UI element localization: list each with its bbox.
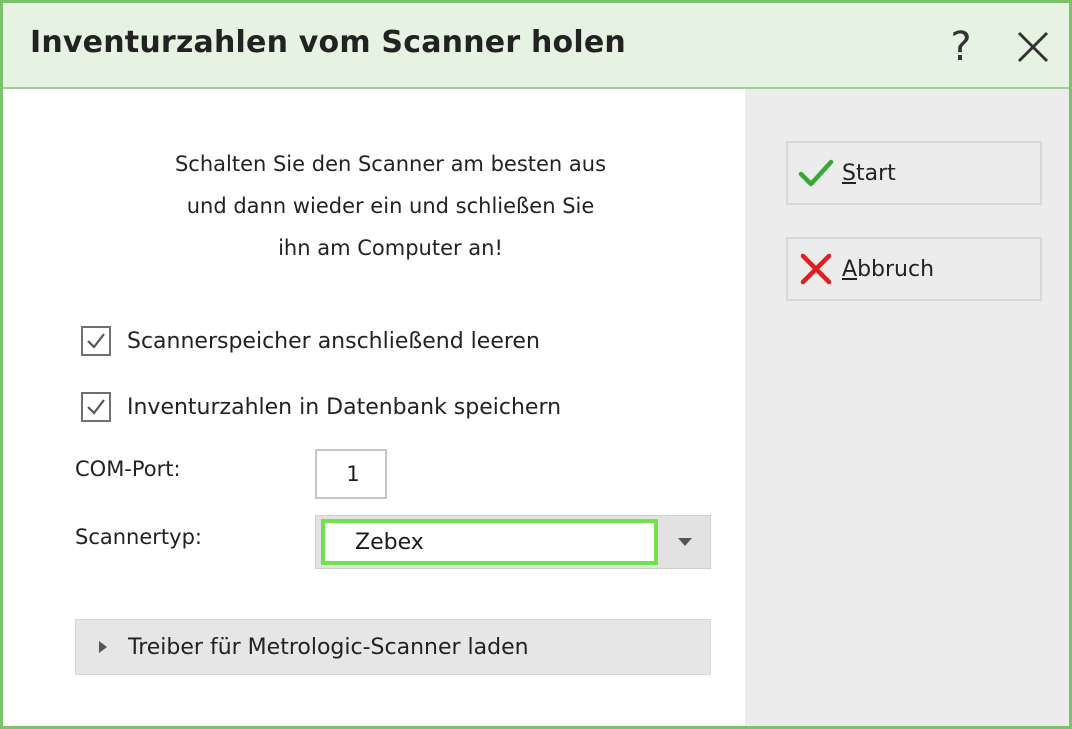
instructions-line-2: und dann wieder ein und schließen Sie	[186, 194, 595, 218]
instructions-text: Schalten Sie den Scanner am besten aus u…	[78, 143, 703, 269]
clear-scanner-memory-label: Scannerspeicher anschließend leeren	[127, 328, 540, 354]
save-to-database-checkbox[interactable]	[81, 392, 111, 422]
dialog-title: Inventurzahlen vom Scanner holen	[30, 25, 626, 60]
metrologic-driver-label: Treiber für Metrologic-Scanner laden	[128, 634, 529, 660]
scanner-type-value[interactable]: Zebex	[321, 519, 658, 565]
scanner-type-label: Scannertyp:	[75, 525, 202, 549]
checkmark-icon	[87, 333, 105, 349]
save-to-database-label: Inventurzahlen in Datenbank speichern	[127, 394, 562, 420]
instructions-line-1: Schalten Sie den Scanner am besten aus	[174, 152, 607, 176]
clear-scanner-memory-option[interactable]: Scannerspeicher anschließend leeren	[81, 323, 540, 359]
help-button[interactable]: ?	[931, 17, 991, 77]
save-to-database-option[interactable]: Inventurzahlen in Datenbank speichern	[81, 389, 561, 425]
com-port-input[interactable]: 1	[315, 449, 387, 499]
chevron-down-icon	[678, 538, 692, 546]
close-icon	[1017, 31, 1049, 63]
expand-arrow-icon	[98, 640, 108, 654]
start-button-label: Start	[842, 160, 896, 186]
clear-scanner-memory-checkbox[interactable]	[81, 326, 111, 356]
start-button[interactable]: Start	[786, 141, 1042, 205]
metrologic-driver-expander[interactable]: Treiber für Metrologic-Scanner laden	[75, 619, 711, 675]
checkmark-icon	[798, 158, 834, 188]
title-bar: Inventurzahlen vom Scanner holen ?	[3, 3, 1069, 89]
close-button[interactable]	[1003, 17, 1063, 77]
dialog-window: Inventurzahlen vom Scanner holen ? Schal…	[0, 0, 1072, 729]
instructions-line-3: ihn am Computer an!	[278, 236, 503, 260]
x-icon	[798, 252, 834, 286]
scanner-type-select[interactable]: Zebex	[315, 515, 711, 569]
checkmark-icon	[87, 399, 105, 415]
cancel-button[interactable]: Abbruch	[786, 237, 1042, 301]
dropdown-arrow-button[interactable]	[660, 516, 710, 568]
com-port-label: COM-Port:	[75, 457, 181, 481]
cancel-button-label: Abbruch	[842, 256, 935, 282]
